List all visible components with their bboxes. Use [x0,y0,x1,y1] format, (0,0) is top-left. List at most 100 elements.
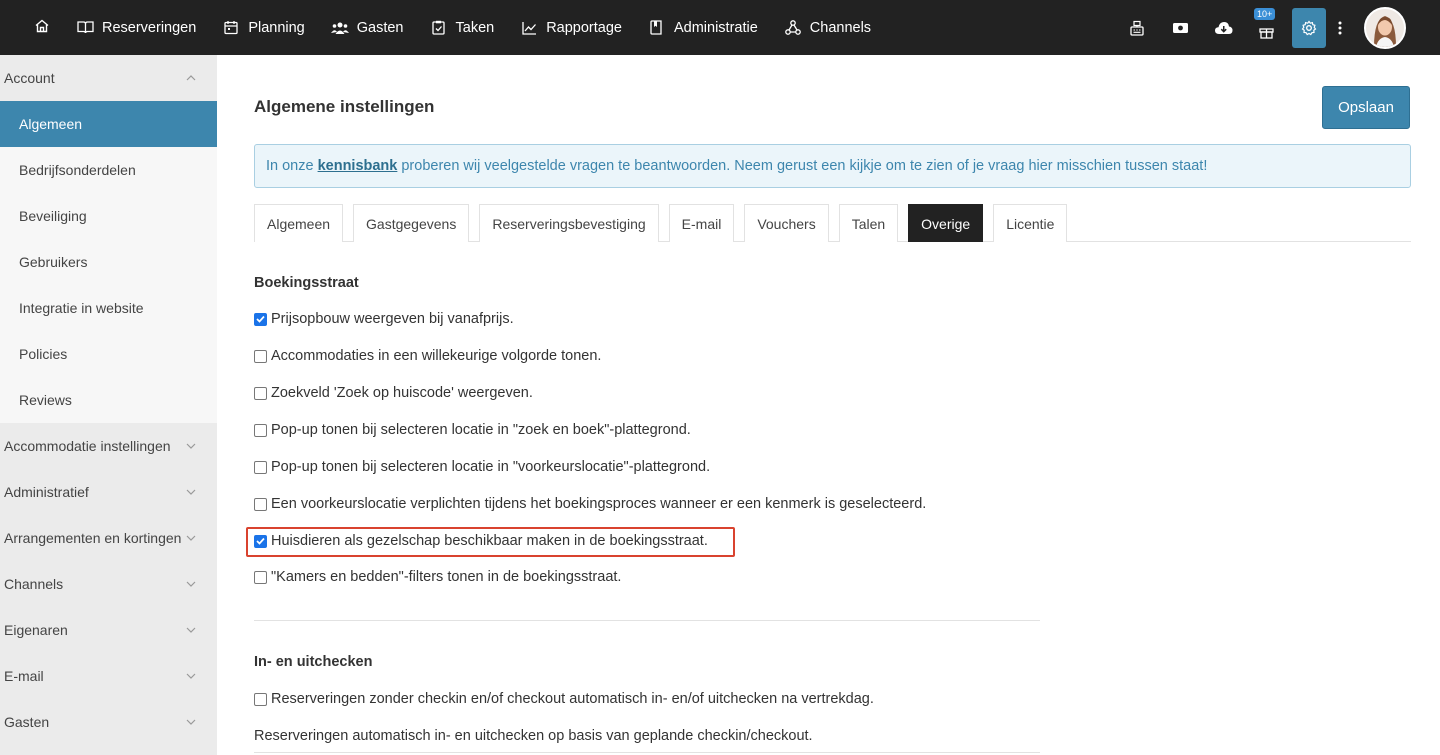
user-avatar[interactable] [1364,6,1406,49]
sidebar-section-email[interactable]: E-mail [0,653,217,699]
boekingsstraat-option[interactable]: Een voorkeurslocatie verplichten tijdens… [254,496,926,512]
book-icon [76,19,94,37]
tab-vouchers[interactable]: Vouchers [744,204,829,242]
boekingsstraat-option[interactable]: Zoekveld 'Zoek op huiscode' weergeven. [254,385,533,401]
channels-icon [784,19,802,37]
option-label: Reserveringen zonder checkin en/of check… [271,691,874,707]
boekingsstraat-option[interactable]: Prijsopbouw weergeven bij vanafprijs. [254,311,514,327]
option-label: Accommodaties in een willekeurige volgor… [271,348,602,364]
option-label: Een voorkeurslocatie verplichten tijdens… [271,496,927,512]
tab-reserveringsbevestiging[interactable]: Reserveringsbevestiging [479,204,659,242]
sidebar-item-beveiliging[interactable]: Beveiliging [0,193,217,239]
nav-gasten[interactable]: Gasten [330,19,404,37]
sidebar-section-gasten[interactable]: Gasten [0,699,217,745]
checkbox[interactable] [254,497,267,511]
boekingsstraat-option[interactable]: Pop-up tonen bij selecteren locatie in "… [254,422,691,438]
sidebar-item-reviews[interactable]: Reviews [0,377,217,423]
notification-badge: 10+ [1254,7,1276,20]
tab-licentie[interactable]: Licentie [993,204,1068,242]
sidebar-item-integratie[interactable]: Integratie in website [0,285,217,331]
cloud-download-icon[interactable] [1209,14,1237,42]
clipboard-icon [430,19,448,37]
checkbox[interactable] [254,349,267,363]
gift-icon[interactable]: 10+ [1252,7,1280,42]
tab-talen[interactable]: Talen [838,204,899,242]
sidebar-section-label: Administratief [4,484,89,500]
nav-channels[interactable]: Channels [784,19,871,37]
option-label: Zoekveld 'Zoek op huiscode' weergeven. [271,385,533,401]
chevron-down-icon [186,673,196,679]
boekingsstraat-option[interactable]: Huisdieren als gezelschap beschikbaar ma… [254,533,708,549]
checkbox[interactable] [254,386,267,400]
gear-icon[interactable] [1292,7,1326,48]
settings-tabs: Algemeen Gastgegevens Reserveringsbevest… [254,204,1411,242]
option-label: Pop-up tonen bij selecteren locatie in "… [271,459,711,475]
checkbox[interactable] [254,423,267,437]
nav-taken[interactable]: Taken [430,19,495,37]
sidebar-section-arrangementen[interactable]: Arrangementen en kortingen [0,515,217,561]
sidebar-section-administratief[interactable]: Administratief [0,469,217,515]
checkbox[interactable] [254,570,267,584]
sidebar-section-label: Account [4,70,55,86]
section-title-checkin: In- en uitchecken [254,654,373,670]
nav-label: Taken [455,19,495,36]
chevron-down-icon [186,719,196,725]
settings-sidebar: Account Algemeen Bedrijfsonderdelen Beve… [0,55,217,755]
sidebar-item-gebruikers[interactable]: Gebruikers [0,239,217,285]
chevron-down-icon [186,627,196,633]
cash-register-icon[interactable] [1123,14,1151,42]
sidebar-item-bedrijfsonderdelen[interactable]: Bedrijfsonderdelen [0,147,217,193]
sidebar-section-label: Arrangementen en kortingen [4,530,182,546]
chevron-down-icon [186,581,196,587]
sidebar-section-account[interactable]: Account [0,55,217,101]
tab-email[interactable]: E-mail [668,204,735,242]
checkbox-checked[interactable] [254,312,267,326]
save-button[interactable]: Opslaan [1322,86,1410,129]
kebab-menu-icon[interactable] [1332,14,1348,42]
info-prefix: In onze [266,158,314,174]
money-icon[interactable] [1166,14,1194,42]
section-divider [254,752,1040,753]
boekingsstraat-option[interactable]: Pop-up tonen bij selecteren locatie in "… [254,459,710,475]
nav-label: Reserveringen [102,19,197,36]
tab-overige[interactable]: Overige [908,204,984,242]
nav-label: Gasten [356,19,404,36]
nav-planning[interactable]: Planning [222,19,305,37]
info-banner: In onze kennisbank proberen wij veelgest… [254,144,1411,188]
checkbox-checked[interactable] [254,534,267,548]
sidebar-section-accommodatie[interactable]: Accommodatie instellingen [0,423,217,469]
tab-algemeen[interactable]: Algemeen [254,204,344,242]
page-title: Algemene instellingen [254,97,435,116]
option-label: "Kamers en bedden"-filters tonen in de b… [271,569,622,585]
sidebar-item-algemeen[interactable]: Algemeen [0,101,217,147]
section-title-boekingsstraat: Boekingsstraat [254,275,359,291]
sidebar-section-channels[interactable]: Channels [0,561,217,607]
option-label: Prijsopbouw weergeven bij vanafprijs. [271,311,514,327]
section-divider [254,620,1040,621]
chevron-down-icon [186,443,196,449]
chevron-down-icon [186,489,196,495]
chart-line-icon [520,19,538,37]
boekingsstraat-option[interactable]: "Kamers en bedden"-filters tonen in de b… [254,569,621,585]
checkbox[interactable] [254,460,267,474]
sidebar-section-eigenaren[interactable]: Eigenaren [0,607,217,653]
top-navigation-bar: Reserveringen Planning Gasten Taken Rapp… [0,0,1440,55]
checkin-option[interactable]: Reserveringen zonder checkin en/of check… [254,691,874,707]
sidebar-item-policies[interactable]: Policies [0,331,217,377]
home-icon[interactable] [30,14,54,38]
chevron-down-icon [186,535,196,541]
nav-label: Channels [809,19,872,36]
nav-rapportage[interactable]: Rapportage [520,19,622,37]
boekingsstraat-option[interactable]: Accommodaties in een willekeurige volgor… [254,348,601,364]
nav-administratie[interactable]: Administratie [648,19,758,37]
nav-label: Administratie [673,19,758,36]
nav-label: Rapportage [546,19,622,36]
sidebar-section-label: Accommodatie instellingen [4,438,171,454]
nav-label: Planning [248,19,305,36]
tab-gastgegevens[interactable]: Gastgegevens [353,204,470,242]
option-label: Huisdieren als gezelschap beschikbaar ma… [271,533,708,549]
kennisbank-link[interactable]: kennisbank [318,158,398,174]
sidebar-section-label: Gasten [4,714,50,730]
nav-reserveringen[interactable]: Reserveringen [76,19,196,37]
checkbox[interactable] [254,692,267,706]
